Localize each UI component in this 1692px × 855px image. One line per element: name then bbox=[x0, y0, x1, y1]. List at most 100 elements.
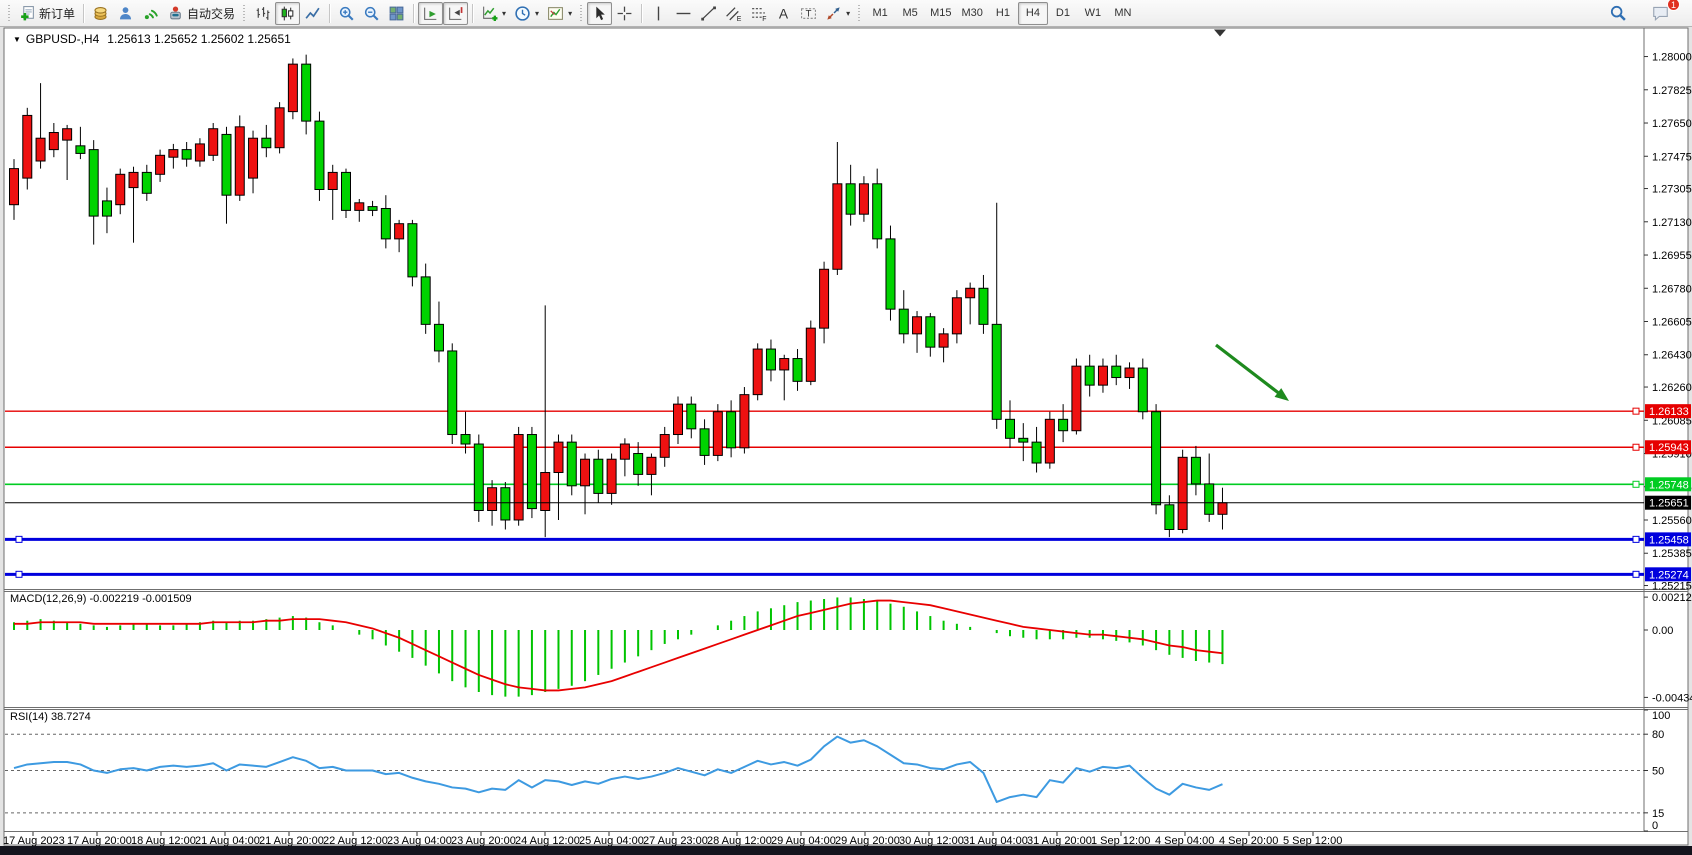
signals-button[interactable] bbox=[138, 2, 163, 25]
candle-body bbox=[315, 121, 324, 189]
symbol-dropdown-icon[interactable]: ▼ bbox=[13, 35, 21, 44]
trendline-tool-button[interactable] bbox=[696, 2, 721, 25]
template-icon bbox=[547, 5, 564, 22]
market-button[interactable] bbox=[88, 2, 113, 25]
svg-text:1.26605: 1.26605 bbox=[1652, 317, 1692, 329]
search-button[interactable] bbox=[1605, 2, 1631, 25]
line-handle[interactable] bbox=[1633, 481, 1639, 487]
indicators-button[interactable]: ▾ bbox=[477, 2, 510, 25]
line-handle[interactable] bbox=[1633, 444, 1639, 450]
candle-body bbox=[687, 404, 696, 429]
auto-scroll-icon bbox=[422, 5, 439, 22]
candle-body bbox=[740, 395, 749, 448]
text-label-tool-button[interactable]: T bbox=[796, 2, 821, 25]
community-button[interactable] bbox=[113, 2, 138, 25]
candle-body bbox=[1138, 368, 1147, 412]
svg-text:0.00: 0.00 bbox=[1652, 625, 1673, 637]
new-order-icon bbox=[19, 5, 36, 22]
fibonacci-tool-button[interactable]: F bbox=[746, 2, 771, 25]
notifications-button[interactable]: 1 bbox=[1647, 2, 1674, 25]
candle-body bbox=[727, 412, 736, 448]
timeframe-M5[interactable]: M5 bbox=[895, 2, 925, 25]
crosshair-tool-button[interactable] bbox=[612, 2, 637, 25]
text-tool-button[interactable]: A bbox=[771, 2, 796, 25]
timeframe-M15[interactable]: M15 bbox=[925, 2, 956, 25]
candle-body bbox=[381, 208, 390, 238]
candle-body bbox=[1032, 442, 1041, 463]
text-tool-letter: A bbox=[779, 5, 789, 21]
channel-tool-button[interactable]: E bbox=[721, 2, 746, 25]
vertical-line-icon bbox=[650, 5, 667, 22]
vertical-line-tool-button[interactable] bbox=[646, 2, 671, 25]
timeframe-D1[interactable]: D1 bbox=[1048, 2, 1078, 25]
tile-windows-button[interactable] bbox=[384, 2, 409, 25]
indicators-icon bbox=[481, 5, 498, 22]
candle-body bbox=[1098, 366, 1107, 385]
candle-body bbox=[541, 473, 550, 511]
chart-canvas[interactable]: 1.280001.278251.276501.274751.273051.271… bbox=[0, 0, 1692, 855]
timeframe-W1[interactable]: W1 bbox=[1078, 2, 1108, 25]
autotrading-button[interactable]: 自动交易 bbox=[163, 2, 239, 25]
dropdown-caret-icon[interactable]: ▾ bbox=[846, 9, 850, 18]
candle-body bbox=[1152, 412, 1161, 505]
timeframe-H4[interactable]: H4 bbox=[1018, 2, 1048, 25]
dropdown-caret-icon[interactable]: ▾ bbox=[502, 9, 506, 18]
crosshair-icon bbox=[616, 5, 633, 22]
toolbar-grip[interactable] bbox=[7, 5, 12, 22]
svg-text:1.27825: 1.27825 bbox=[1652, 85, 1692, 97]
line-handle[interactable] bbox=[16, 536, 22, 542]
candle-body bbox=[581, 459, 590, 486]
dropdown-caret-icon[interactable]: ▾ bbox=[535, 9, 539, 18]
candle-body bbox=[235, 127, 244, 195]
line-handle[interactable] bbox=[1633, 571, 1639, 577]
candle-body bbox=[1112, 366, 1121, 377]
candle-body bbox=[713, 412, 722, 456]
candle-body bbox=[262, 138, 271, 147]
candle-body bbox=[1165, 505, 1174, 530]
line-handle[interactable] bbox=[1633, 536, 1639, 542]
candle-body bbox=[421, 277, 430, 324]
line-chart-button[interactable] bbox=[300, 2, 325, 25]
candle-body bbox=[249, 138, 258, 178]
horizontal-line-tool-button[interactable] bbox=[671, 2, 696, 25]
candle-body bbox=[302, 64, 311, 121]
timeframe-M1[interactable]: M1 bbox=[865, 2, 895, 25]
text-label-letter: T bbox=[806, 8, 812, 19]
candle-body bbox=[674, 404, 683, 434]
svg-text:1.25385: 1.25385 bbox=[1652, 548, 1692, 560]
timeframe-H1[interactable]: H1 bbox=[988, 2, 1018, 25]
candle-body bbox=[474, 444, 483, 510]
toolbar-separator bbox=[472, 4, 473, 23]
dropdown-caret-icon[interactable]: ▾ bbox=[568, 9, 572, 18]
candle-body bbox=[594, 459, 603, 493]
time-axis[interactable]: 17 Aug 202317 Aug 20:0018 Aug 12:0021 Au… bbox=[3, 832, 1342, 847]
candle-body bbox=[527, 435, 536, 509]
candlestick-chart-button[interactable] bbox=[275, 2, 300, 25]
cursor-tool-button[interactable] bbox=[587, 2, 612, 25]
line-handle[interactable] bbox=[1633, 408, 1639, 414]
timeframe-M30[interactable]: M30 bbox=[957, 2, 988, 25]
toolbar-grip[interactable] bbox=[579, 5, 584, 22]
arrows-tool-button[interactable]: ▾ bbox=[821, 2, 854, 25]
candle-body bbox=[209, 129, 218, 156]
candle-body bbox=[554, 442, 563, 472]
candle-body bbox=[899, 309, 908, 334]
line-chart-icon bbox=[304, 5, 321, 22]
candle-body bbox=[10, 169, 19, 205]
timeframe-MN[interactable]: MN bbox=[1108, 2, 1138, 25]
zoom-in-button[interactable] bbox=[334, 2, 359, 25]
chart-shift-button[interactable] bbox=[443, 2, 468, 25]
new-order-button[interactable]: 新订单 bbox=[15, 2, 79, 25]
periods-button[interactable]: ▾ bbox=[510, 2, 543, 25]
chart-title[interactable]: ▼GBPUSD-,H41.25613 1.25652 1.25602 1.256… bbox=[13, 32, 291, 46]
bar-chart-button[interactable] bbox=[250, 2, 275, 25]
zoom-out-button[interactable] bbox=[359, 2, 384, 25]
auto-scroll-button[interactable] bbox=[418, 2, 443, 25]
templates-button[interactable]: ▾ bbox=[543, 2, 576, 25]
toolbar-grip[interactable] bbox=[242, 5, 247, 22]
toolbar-grip[interactable] bbox=[857, 5, 862, 22]
line-handle[interactable] bbox=[16, 571, 22, 577]
tile-windows-icon bbox=[388, 5, 405, 22]
arrow-objects-icon bbox=[825, 5, 842, 22]
candle-body bbox=[1218, 503, 1227, 515]
